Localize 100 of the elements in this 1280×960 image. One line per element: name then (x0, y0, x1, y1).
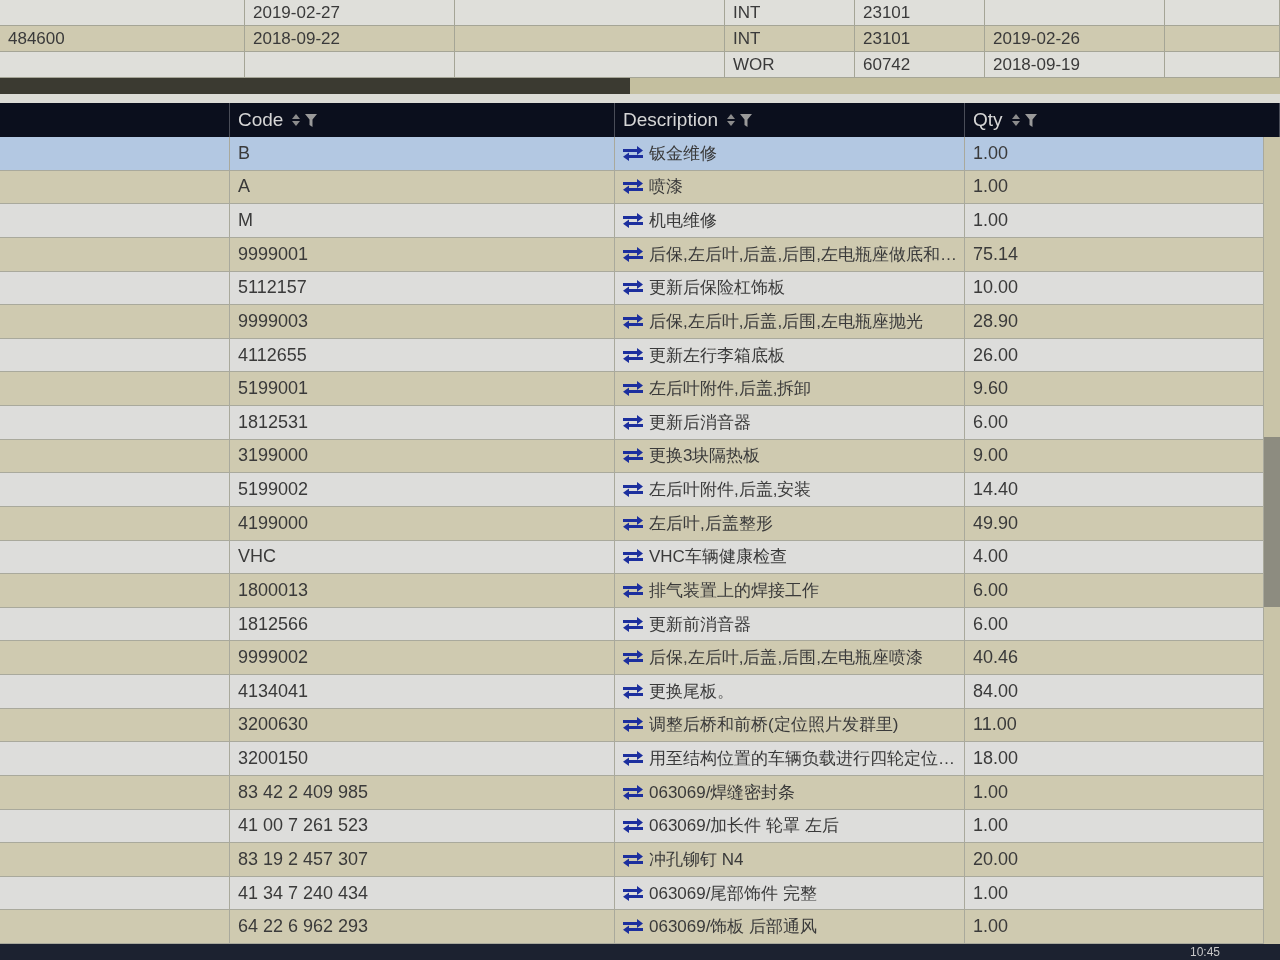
swap-arrows-icon[interactable] (623, 414, 643, 430)
table-row[interactable]: 41 34 7 240 434 063069/尾部饰件 完整 1.00 (0, 876, 1264, 911)
table-row[interactable]: 9999001 后保,左后叶,后盖,后围,左电瓶座做底和… 75.14 (0, 237, 1264, 272)
sort-icon[interactable] (292, 114, 301, 126)
table-cell: 41 34 7 240 434 (238, 882, 369, 904)
table-cell: 3199000 (238, 445, 309, 467)
table-cell-text: 冲孔铆钉 N4 (649, 848, 744, 871)
table-cell-text: 排气装置上的焊接工作 (649, 579, 819, 602)
table-row[interactable]: 4134041 更换尾板。 84.00 (0, 675, 1264, 709)
table-row[interactable]: 64 22 6 962 293 063069/饰板 后部通风 1.00 (0, 910, 1264, 944)
table-row[interactable]: 5112157 更新后保险杠饰板 10.00 (0, 271, 1264, 306)
table-cell: 1812531 (238, 411, 309, 433)
table-cell: 14.40 (973, 479, 1019, 501)
swap-arrows-icon[interactable] (623, 213, 643, 229)
swap-arrows-icon[interactable] (623, 313, 643, 329)
table-cell: A (238, 176, 250, 198)
table-cell: 4199000 (238, 512, 309, 534)
table-row[interactable]: A 喷漆 1.00 (0, 170, 1264, 205)
table-cell: 4112655 (238, 344, 307, 366)
table-cell: 1800013 (238, 579, 309, 601)
swap-arrows-icon[interactable] (623, 482, 643, 498)
swap-arrows-icon[interactable] (623, 851, 643, 867)
swap-arrows-icon[interactable] (623, 145, 643, 161)
table-cell-text: 063069/加长件 轮罩 左后 (649, 815, 839, 838)
swap-arrows-icon[interactable] (623, 448, 643, 464)
table-row[interactable]: 83 19 2 457 307 冲孔铆钉 N4 20.00 (0, 843, 1264, 877)
table-row[interactable]: 5199001 左后叶附件,后盖,拆卸 9.60 (0, 372, 1264, 406)
table-row[interactable]: 1800013 排气装置上的焊接工作 6.00 (0, 574, 1264, 608)
scrollbar-thumb[interactable] (1264, 437, 1280, 607)
swap-arrows-icon[interactable] (623, 717, 643, 733)
table-cell: 484600 (8, 28, 65, 49)
table-cell: 49.90 (973, 512, 1019, 534)
scrollbar-thumb[interactable] (0, 78, 630, 94)
column-header[interactable]: Code (238, 109, 284, 131)
swap-arrows-icon[interactable] (623, 381, 643, 397)
table-row[interactable]: 5199002 左后叶附件,后盖,安装 14.40 (0, 473, 1264, 507)
table-row[interactable]: 1812566 更新前消音器 6.00 (0, 607, 1264, 642)
table-cell: 23101 (863, 28, 911, 49)
swap-arrows-icon[interactable] (623, 347, 643, 363)
table-row[interactable]: VHC VHC车辆健康检查 4.00 (0, 540, 1264, 575)
table-row[interactable]: B 钣金维修 1.00 (0, 137, 1264, 171)
table-cell: 3200630 (238, 714, 309, 736)
swap-arrows-icon[interactable] (623, 650, 643, 666)
swap-arrows-icon[interactable] (623, 885, 643, 901)
table-cell: 4134041 (238, 680, 309, 702)
table-row[interactable]: 4199000 左后叶,后盖整形 49.90 (0, 506, 1264, 541)
table-row[interactable]: 3200150 用至结构位置的车辆负载进行四轮定位… 18.00 (0, 742, 1264, 776)
table-cell: 3200150 (238, 748, 309, 770)
table-cell: 64 22 6 962 293 (238, 916, 369, 938)
table-cell-text: 更新前消音器 (649, 613, 751, 636)
table-cell: B (238, 142, 250, 164)
table-cell: 1.00 (973, 176, 1009, 198)
table-cell-text: 063069/尾部饰件 完整 (649, 882, 818, 905)
table-cell-text: 喷漆 (649, 176, 683, 199)
table-cell: 9999003 (238, 310, 309, 332)
filter-icon[interactable] (740, 113, 753, 127)
table-cell-text: 调整后桥和前桥(定位照片发群里) (649, 714, 899, 737)
swap-arrows-icon[interactable] (623, 549, 643, 565)
table-cell-text: 更新左行李箱底板 (649, 344, 785, 367)
table-row[interactable]: 9999002 后保,左后叶,后盖,后围,左电瓶座喷漆 40.46 (0, 641, 1264, 675)
table-cell: 9.00 (973, 445, 1009, 467)
swap-arrows-icon[interactable] (623, 683, 643, 699)
swap-arrows-icon[interactable] (623, 784, 643, 800)
table-cell-text: 左后叶附件,后盖,安装 (649, 479, 812, 502)
table-row[interactable]: 1812531 更新后消音器 6.00 (0, 406, 1264, 440)
swap-arrows-icon[interactable] (623, 515, 643, 531)
column-header[interactable]: Description (623, 109, 719, 131)
table-cell: VHC (238, 546, 276, 568)
swap-arrows-icon[interactable] (623, 818, 643, 834)
table-cell: WOR (733, 54, 775, 75)
table-cell: INT (733, 2, 761, 23)
table-cell: 28.90 (973, 310, 1019, 332)
table-cell: 1.00 (973, 781, 1009, 803)
table-cell: 83 42 2 409 985 (238, 781, 369, 803)
table-cell: 5199002 (238, 479, 309, 501)
table-cell: 26.00 (973, 344, 1019, 366)
table-cell: 6.00 (973, 411, 1009, 433)
table-row[interactable]: 3199000 更换3块隔热板 9.00 (0, 439, 1264, 474)
table-row[interactable]: 4112655 更新左行李箱底板 26.00 (0, 338, 1264, 373)
table-row[interactable]: 3200630 调整后桥和前桥(定位照片发群里) 11.00 (0, 708, 1264, 743)
table-cell: 2019-02-26 (993, 28, 1080, 49)
table-row[interactable]: M 机电维修 1.00 (0, 204, 1264, 238)
column-header[interactable]: Qty (973, 109, 1003, 131)
table-cell-text: 更新后消音器 (649, 411, 751, 434)
filter-icon[interactable] (305, 113, 318, 127)
swap-arrows-icon[interactable] (623, 582, 643, 598)
swap-arrows-icon[interactable] (623, 246, 643, 262)
sort-icon[interactable] (727, 114, 736, 126)
swap-arrows-icon[interactable] (623, 179, 643, 195)
swap-arrows-icon[interactable] (623, 919, 643, 935)
table-row[interactable]: 83 42 2 409 985 063069/焊缝密封条 1.00 (0, 775, 1264, 810)
table-row[interactable]: 9999003 后保,左后叶,后盖,后围,左电瓶座抛光 28.90 (0, 305, 1264, 339)
table-cell: 1812566 (238, 613, 309, 635)
table-cell: 5199001 (238, 378, 309, 400)
swap-arrows-icon[interactable] (623, 616, 643, 632)
filter-icon[interactable] (1024, 113, 1037, 127)
table-row[interactable]: 41 00 7 261 523 063069/加长件 轮罩 左后 1.00 (0, 809, 1264, 844)
swap-arrows-icon[interactable] (623, 280, 643, 296)
swap-arrows-icon[interactable] (623, 751, 643, 767)
sort-icon[interactable] (1011, 114, 1020, 126)
